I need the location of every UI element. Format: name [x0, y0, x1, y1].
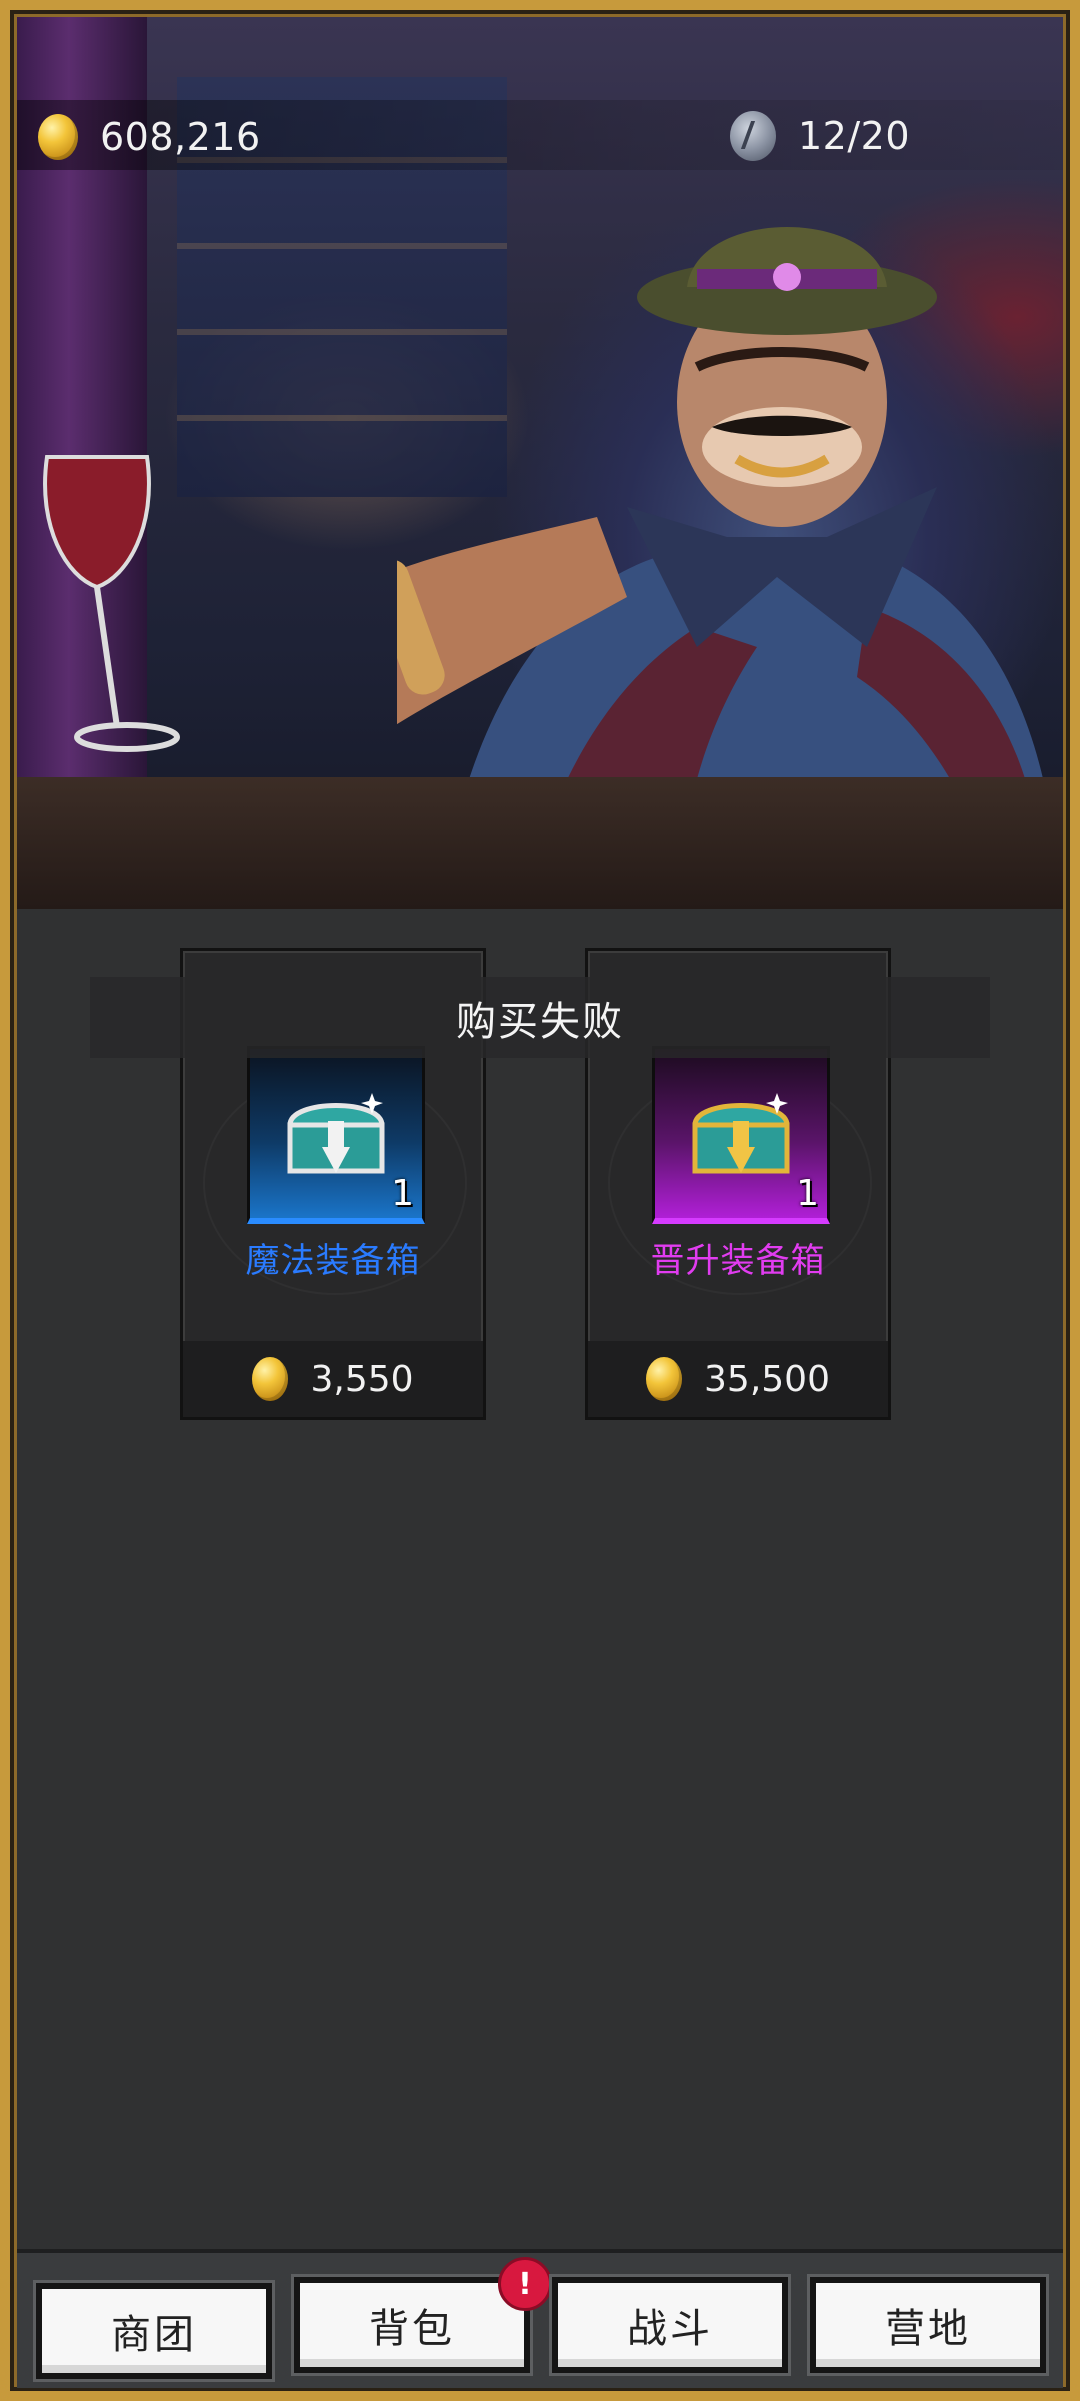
gold-counter: 608,216: [38, 110, 261, 164]
shop-panel: [17, 909, 1063, 2249]
item-price: 3,550: [310, 1358, 414, 1400]
buy-button[interactable]: 35,500: [588, 1341, 888, 1417]
notification-badge: !: [498, 2257, 552, 2311]
gold-coin-icon: [252, 1357, 289, 1401]
stamina-amount: 12/20: [798, 114, 911, 158]
nav-label: 商团: [111, 2312, 197, 2358]
item-name: 魔法装备箱: [245, 1241, 421, 1281]
stamina-counter: 12/20: [730, 108, 910, 164]
banner-table: [17, 777, 1063, 909]
wine-glass-icon: [43, 455, 180, 752]
item-thumbnail: 1: [652, 1046, 830, 1224]
nav-tab-backpack[interactable]: 背包: [294, 2277, 530, 2373]
gold-coin-icon: [38, 114, 78, 160]
gold-chest-icon: [692, 1093, 790, 1174]
item-price: 35,500: [704, 1358, 830, 1400]
purchase-failed-toast: 购买失败: [90, 977, 990, 1058]
buy-button[interactable]: 3,550: [183, 1341, 483, 1417]
gold-coin-icon: [646, 1357, 683, 1401]
nav-tab-battle[interactable]: 战斗: [552, 2277, 788, 2373]
stamina-rune-icon: [730, 111, 776, 161]
item-quantity: 1: [391, 1173, 414, 1214]
nav-tab-camp[interactable]: 营地: [810, 2277, 1046, 2373]
nav-label: 营地: [885, 2306, 971, 2352]
item-thumbnail: 1: [247, 1046, 425, 1224]
nav-label: 战斗: [627, 2306, 713, 2352]
nav-label: 背包: [369, 2306, 455, 2352]
toast-message: 购买失败: [456, 998, 624, 1045]
item-quantity: 1: [796, 1173, 819, 1214]
silver-chest-icon: [287, 1093, 385, 1174]
gold-amount: 608,216: [100, 115, 261, 159]
item-name: 晋升装备箱: [650, 1241, 826, 1281]
nav-tab-merchant[interactable]: 商团: [36, 2283, 272, 2379]
